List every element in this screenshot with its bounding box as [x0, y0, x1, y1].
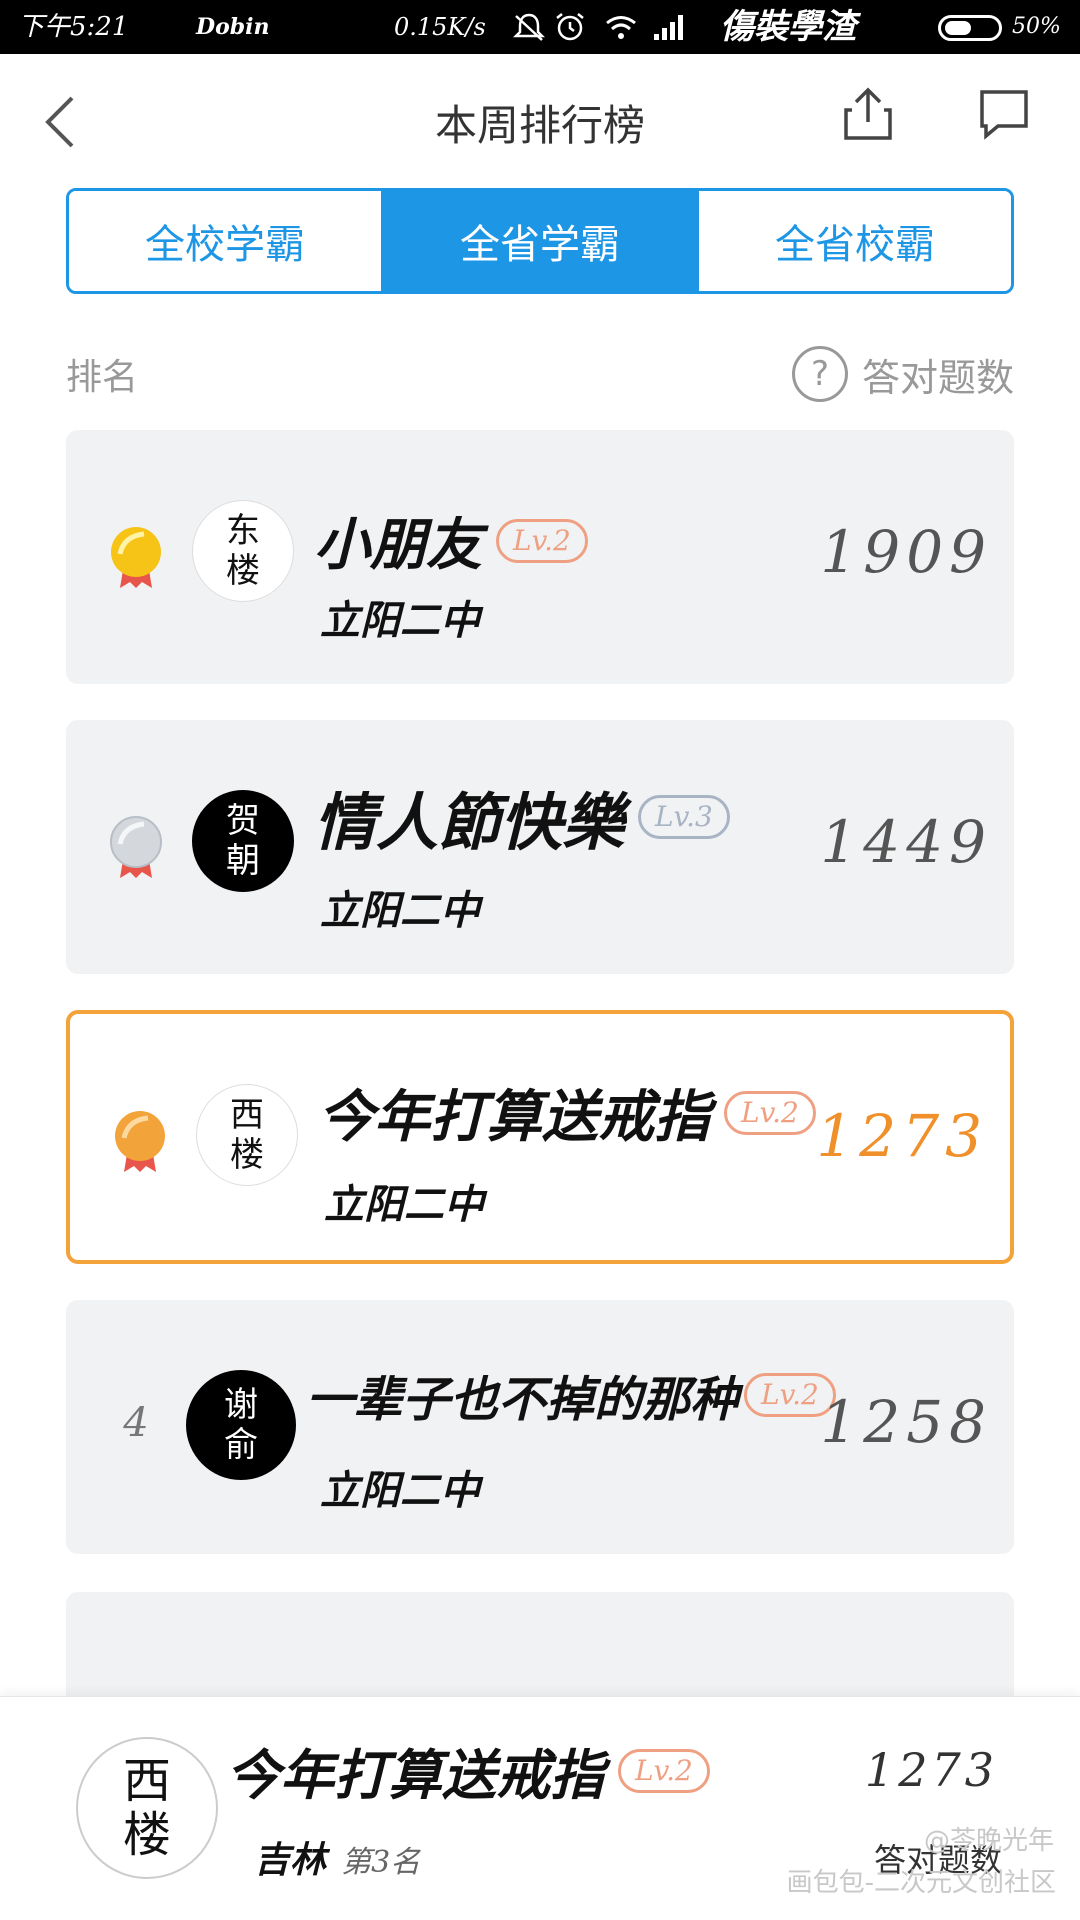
- rank-number: 4: [123, 1400, 149, 1446]
- rank-row-4[interactable]: 4 谢 俞 一辈子也不掉的那种 Lv.2 立阳二中 1258: [66, 1300, 1014, 1554]
- school-name: 立阳二中: [320, 1467, 480, 1514]
- score-value: 1258: [820, 1388, 992, 1456]
- signal-icon: [654, 15, 683, 40]
- rank-row-2[interactable]: 贺 朝 情人節快樂 Lv.3 立阳二中 1449: [66, 720, 1014, 974]
- leaderboard-tabs: 全校学霸 全省学霸 全省校霸: [66, 188, 1014, 294]
- my-province: 吉林: [254, 1839, 327, 1881]
- watermark-author: @苓晚光年: [923, 1826, 1054, 1856]
- alarm-icon: [556, 13, 584, 41]
- user-name: 一辈子也不掉的那种: [306, 1372, 739, 1428]
- user-name: 小朋友: [314, 512, 482, 578]
- page-title: 本周排行榜: [434, 101, 645, 150]
- avatar-char: 东: [226, 511, 260, 551]
- gold-medal-icon: [111, 527, 161, 588]
- watermark-site: 画包包-二次元文创社区: [786, 1868, 1056, 1898]
- tab-province-top[interactable]: 全省学霸: [381, 191, 696, 291]
- my-name: 今年打算送戒指: [226, 1743, 604, 1807]
- message-icon[interactable]: [978, 88, 1030, 140]
- school-name: 立阳二中: [320, 597, 480, 644]
- avatar[interactable]: 东 楼: [192, 500, 294, 602]
- avatar-char: 楼: [122, 1807, 171, 1863]
- school-name: 立阳二中: [320, 887, 480, 934]
- avatar-char: 俞: [224, 1425, 258, 1465]
- battery-icon: [938, 15, 1002, 41]
- avatar[interactable]: 西 楼: [196, 1084, 298, 1186]
- avatar-char: 西: [230, 1095, 264, 1135]
- mute-icon: [512, 13, 546, 41]
- my-avatar[interactable]: 西 楼: [76, 1737, 218, 1879]
- avatar-char: 谢: [224, 1385, 258, 1425]
- status-name: 傷裝學渣: [720, 7, 856, 47]
- avatar[interactable]: 贺 朝: [192, 790, 294, 892]
- avatar-char: 西: [122, 1753, 171, 1809]
- help-icon[interactable]: ?: [791, 346, 848, 402]
- user-name: 今年打算送戒指: [318, 1084, 710, 1150]
- user-name-row: 一辈子也不掉的那种 Lv.2: [306, 1360, 836, 1430]
- user-name-row: 今年打算送戒指 Lv.2: [318, 1072, 816, 1153]
- tab-school-top[interactable]: 全校学霸: [69, 191, 381, 291]
- header: 本周排行榜: [0, 54, 1080, 190]
- user-name-row: 小朋友 Lv.2: [314, 500, 588, 581]
- rank-row-1[interactable]: 东 楼 小朋友 Lv.2 立阳二中 1909: [66, 430, 1014, 684]
- tab-province-school[interactable]: 全省校霸: [696, 191, 1011, 291]
- my-score: 1273: [864, 1743, 998, 1797]
- status-bar: 下午5:21 Dobin 0.15K/s 傷裝學渣 50%: [0, 0, 1080, 54]
- status-network-speed: 0.15K/s: [394, 13, 486, 41]
- school-name: 立阳二中: [324, 1181, 484, 1228]
- score-value: 1273: [816, 1102, 988, 1170]
- level-badge: Lv.2: [496, 518, 588, 563]
- avatar-char: 楼: [230, 1135, 264, 1175]
- user-name-row: 情人節快樂 Lv.3: [314, 772, 730, 862]
- avatar-char: 贺: [226, 801, 260, 841]
- my-rank-info: 吉林 第3名: [254, 1831, 420, 1883]
- avatar[interactable]: 谢 俞: [186, 1370, 296, 1480]
- count-column-header: ? 答对题数: [791, 346, 1014, 402]
- avatar-char: 朝: [226, 841, 260, 881]
- battery-percent: 50%: [1012, 14, 1061, 39]
- status-carrier: Dobin: [196, 14, 270, 40]
- share-icon[interactable]: [842, 86, 894, 142]
- user-name: 情人節快樂: [314, 786, 625, 859]
- my-name-row: 今年打算送戒指 Lv.2: [226, 1731, 710, 1810]
- score-value: 1909: [820, 518, 992, 586]
- bronze-medal-icon: [115, 1111, 165, 1172]
- silver-medal-icon: [110, 816, 162, 878]
- avatar-char: 楼: [226, 551, 260, 591]
- level-badge: Lv.3: [638, 795, 730, 839]
- rank-row-3[interactable]: 西 楼 今年打算送戒指 Lv.2 立阳二中 1273: [66, 1010, 1014, 1264]
- status-time: 下午5:21: [18, 12, 129, 42]
- my-rank-text: 第3名: [341, 1845, 421, 1880]
- rank-column-header: 排名: [66, 357, 139, 398]
- my-level-badge: Lv.2: [618, 1748, 710, 1793]
- count-column-label: 答对题数: [861, 355, 1014, 400]
- level-badge: Lv.2: [724, 1090, 816, 1135]
- wifi-icon: [606, 16, 636, 39]
- score-value: 1449: [820, 808, 992, 876]
